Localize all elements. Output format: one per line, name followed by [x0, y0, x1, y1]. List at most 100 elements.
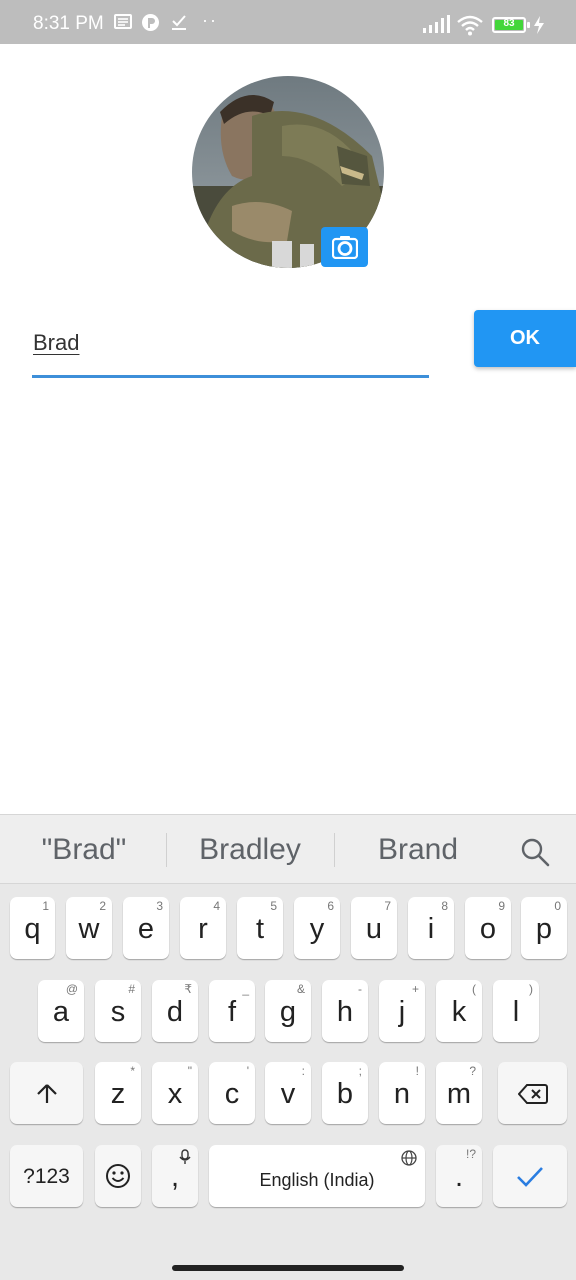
- key-i[interactable]: i8: [408, 897, 454, 959]
- key-e[interactable]: e3: [123, 897, 169, 959]
- key-hint: &: [296, 982, 305, 996]
- app-screen: 8:31 PM ·· 83 Brad OK "Brad" Bradley Bra…: [0, 0, 576, 1280]
- globe-icon: [401, 1150, 417, 1166]
- key-label: p: [535, 913, 553, 945]
- key-f[interactable]: f _: [209, 980, 255, 1042]
- key-label: g: [279, 996, 297, 1028]
- period-key[interactable]: .!?: [436, 1145, 482, 1207]
- key-hint: ₹: [184, 982, 192, 996]
- key-hint: ': [246, 1064, 249, 1078]
- key-label: n: [393, 1078, 411, 1110]
- suggestion-2[interactable]: Bradley: [176, 833, 324, 867]
- emoji-key[interactable]: [95, 1145, 141, 1207]
- key-j[interactable]: j +: [379, 980, 425, 1042]
- suggestion-bar: "Brad" Bradley Brand: [0, 814, 576, 884]
- key-hint: :: [301, 1064, 305, 1078]
- backspace-icon: [517, 1084, 548, 1104]
- ok-button[interactable]: OK: [474, 310, 576, 367]
- suggestion-1[interactable]: "Brad": [18, 833, 150, 867]
- symbols-key[interactable]: ?123: [10, 1145, 83, 1207]
- key-hint: ?: [469, 1064, 476, 1078]
- key-label: c: [224, 1078, 240, 1110]
- suggestion-divider: [166, 833, 167, 867]
- enter-key[interactable]: [493, 1145, 567, 1207]
- key-hint: 9: [498, 899, 505, 913]
- key-area: q1 w2 e3 r4 t5 y6 u7 i8 o9 p0 a @ s # d ₹ f…: [0, 884, 576, 1254]
- comma-key[interactable]: ,: [152, 1145, 198, 1207]
- key-p[interactable]: p0: [521, 897, 567, 959]
- camera-icon: [331, 236, 358, 259]
- key-v[interactable]: v:: [265, 1062, 311, 1124]
- download-done-icon: [172, 15, 186, 30]
- mic-icon: [179, 1149, 191, 1164]
- key-hint: ": [187, 1064, 192, 1078]
- status-time: 8:31 PM: [33, 13, 104, 34]
- key-label: r: [198, 913, 208, 945]
- emoji-icon: [106, 1164, 130, 1188]
- key-hint: *: [130, 1064, 135, 1078]
- key-label: a: [52, 996, 70, 1028]
- key-hint: +: [411, 982, 419, 996]
- key-d[interactable]: d ₹: [152, 980, 198, 1042]
- key-label: x: [167, 1078, 183, 1110]
- key-l[interactable]: l): [493, 980, 539, 1042]
- key-label: l: [512, 996, 520, 1028]
- key-hint: 4: [213, 899, 220, 913]
- key-q[interactable]: q1: [10, 897, 55, 959]
- key-hint: !: [415, 1064, 419, 1078]
- suggestion-3[interactable]: Brand: [344, 833, 492, 867]
- key-label: ?123: [23, 1165, 70, 1188]
- shift-key[interactable]: [10, 1062, 83, 1124]
- key-hint: 0: [554, 899, 561, 913]
- key-hint: ;: [358, 1064, 362, 1078]
- key-hint: 2: [99, 899, 106, 913]
- gesture-nav-bar[interactable]: [172, 1265, 404, 1271]
- key-x[interactable]: x ": [152, 1062, 198, 1124]
- key-r[interactable]: r4: [180, 897, 226, 959]
- key-a[interactable]: a @: [38, 980, 84, 1042]
- key-label: b: [336, 1078, 354, 1110]
- key-hint: _: [242, 982, 249, 996]
- key-o[interactable]: o9: [465, 897, 511, 959]
- key-hint: 8: [441, 899, 448, 913]
- key-n[interactable]: n!: [379, 1062, 425, 1124]
- key-hint: 3: [156, 899, 163, 913]
- status-bar: 8:31 PM ·· 83: [0, 0, 576, 44]
- key-label: s: [110, 996, 126, 1028]
- key-label: w: [78, 913, 100, 945]
- p-app-icon: [142, 14, 159, 31]
- battery-icon: 83: [492, 17, 526, 33]
- key-b[interactable]: b;: [322, 1062, 368, 1124]
- search-icon[interactable]: [518, 835, 552, 869]
- change-photo-button[interactable]: [321, 227, 368, 267]
- key-z[interactable]: z *: [95, 1062, 141, 1124]
- key-label: f: [227, 996, 237, 1028]
- name-input[interactable]: [32, 320, 429, 378]
- key-label: t: [255, 913, 265, 945]
- key-y[interactable]: y6: [294, 897, 340, 959]
- wifi-icon: [457, 15, 483, 36]
- key-w[interactable]: w2: [66, 897, 112, 959]
- key-label: h: [336, 996, 354, 1028]
- backspace-key[interactable]: [498, 1062, 567, 1124]
- key-label: .: [454, 1161, 464, 1193]
- soft-keyboard: "Brad" Bradley Brand q1 w2 e3 r4 t5 y6 u…: [0, 814, 576, 1280]
- key-g[interactable]: g &: [265, 980, 311, 1042]
- battery-tip: [527, 22, 530, 28]
- shift-arrow-icon: [36, 1084, 57, 1103]
- key-t[interactable]: t5: [237, 897, 283, 959]
- key-m[interactable]: m?: [436, 1062, 482, 1124]
- key-u[interactable]: u7: [351, 897, 397, 959]
- more-dots-icon: ··: [202, 10, 218, 30]
- key-h[interactable]: h-: [322, 980, 368, 1042]
- key-hint: !?: [465, 1147, 476, 1161]
- key-hint: 6: [327, 899, 334, 913]
- key-k[interactable]: k(: [436, 980, 482, 1042]
- space-bar[interactable]: English (India): [209, 1145, 425, 1207]
- key-label: y: [309, 913, 325, 945]
- key-hint: 1: [42, 899, 49, 913]
- key-s[interactable]: s #: [95, 980, 141, 1042]
- key-label: k: [451, 996, 467, 1028]
- key-label: u: [365, 913, 383, 945]
- key-c[interactable]: c ': [209, 1062, 255, 1124]
